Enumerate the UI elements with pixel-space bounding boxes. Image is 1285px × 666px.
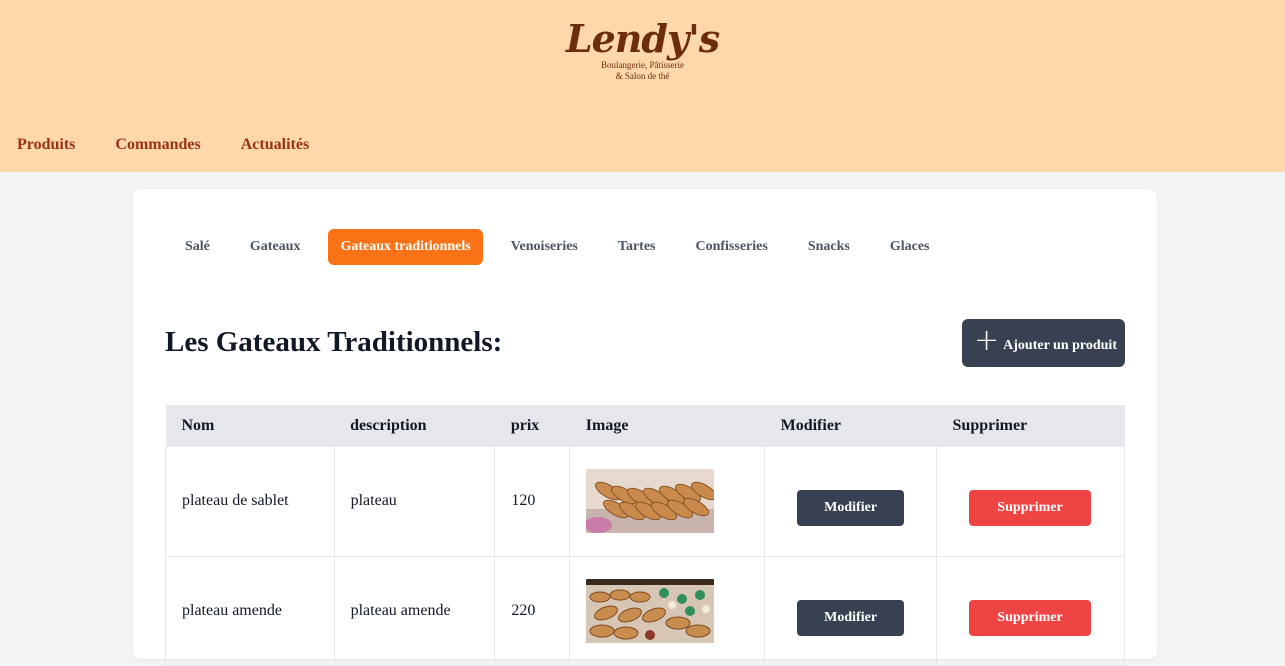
brand-name: Lendy's	[565, 16, 720, 61]
category-tabs: Salé Gateaux Gateaux traditionnels Venoi…	[173, 229, 958, 265]
header-image: Image	[585, 417, 629, 434]
cell-prix: 120	[494, 447, 571, 557]
header-supprimer: Supprimer	[952, 417, 1028, 434]
cell-modifier: Modifier	[764, 556, 938, 666]
modify-button[interactable]: Modifier	[797, 490, 905, 527]
site-header: Lendy's Boulangerie, Pâtisserie & Salon …	[0, 0, 1285, 172]
tab-glaces[interactable]: Glaces	[878, 229, 942, 265]
delete-button[interactable]: Supprimer	[969, 490, 1092, 527]
tab-sale[interactable]: Salé	[173, 229, 222, 265]
nav-produits[interactable]: Produits	[17, 136, 75, 154]
tab-confisseries[interactable]: Confisseries	[683, 229, 779, 265]
cell-description: plateau	[334, 447, 496, 557]
header-modifier: Modifier	[780, 417, 842, 434]
header-description: description	[350, 417, 427, 434]
cell-supprimer: Supprimer	[936, 556, 1125, 666]
tab-gateaux-traditionnels[interactable]: Gateaux traditionnels	[328, 229, 483, 265]
product-image	[586, 469, 715, 534]
cell-nom: plateau de sablet	[165, 447, 335, 557]
nav-commandes[interactable]: Commandes	[115, 136, 200, 154]
tab-gateaux[interactable]: Gateaux	[238, 229, 313, 265]
cell-description: plateau amende	[334, 556, 496, 666]
tab-venoiseries[interactable]: Venoiseries	[499, 229, 590, 265]
header-prix: prix	[510, 417, 540, 434]
brand-tagline-1: Boulangerie, Pâtisserie	[601, 60, 684, 70]
cell-supprimer: Supprimer	[936, 447, 1125, 557]
tab-snacks[interactable]: Snacks	[796, 229, 862, 265]
cell-image	[569, 556, 766, 666]
brand-logo[interactable]: Lendy's Boulangerie, Pâtisserie & Salon …	[0, 20, 1285, 82]
cell-modifier: Modifier	[764, 447, 938, 557]
products-table: Nom description prix Image Modifier Supp…	[165, 405, 1125, 666]
product-image	[586, 578, 715, 643]
main-nav: Produits Commandes Actualités	[17, 136, 309, 154]
header-nom: Nom	[181, 417, 215, 434]
brand-tagline-2: & Salon de thé	[615, 71, 670, 81]
plus-icon: +	[974, 323, 1000, 358]
cell-nom: plateau amende	[165, 556, 335, 666]
nav-actualites[interactable]: Actualités	[241, 136, 309, 154]
cell-image	[569, 447, 766, 557]
cell-prix: 220	[494, 556, 571, 666]
table-row: plateau de sablet plateau 120 Modifier S…	[165, 447, 1125, 557]
modify-button[interactable]: Modifier	[797, 599, 905, 636]
table-header-row: Nom description prix Image Modifier Supp…	[165, 405, 1125, 447]
page-title: Les Gateaux Traditionnels:	[165, 326, 503, 358]
products-card: Salé Gateaux Gateaux traditionnels Venoi…	[133, 189, 1157, 666]
tab-tartes[interactable]: Tartes	[606, 229, 668, 265]
add-product-button[interactable]: + Ajouter un produit	[962, 319, 1125, 367]
add-product-label: Ajouter un produit	[1003, 338, 1117, 353]
delete-button[interactable]: Supprimer	[969, 599, 1092, 636]
table-row: plateau amende plateau amende 220 Modifi…	[165, 556, 1125, 666]
